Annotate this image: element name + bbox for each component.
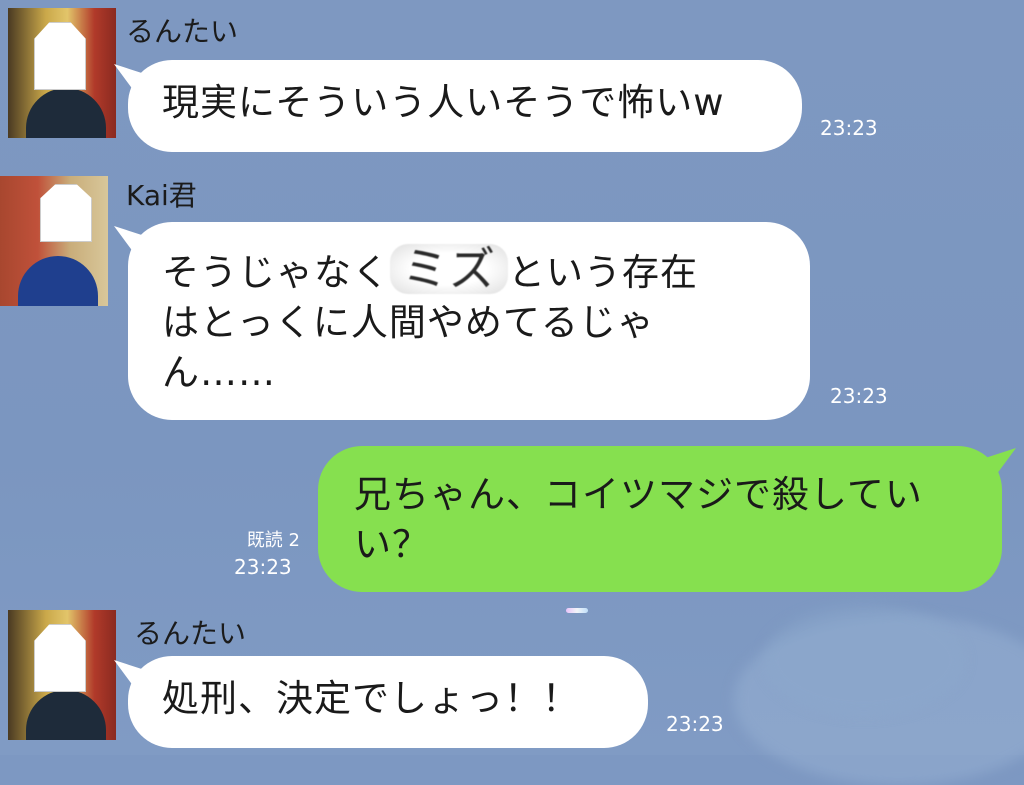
- background-cloud: [764, 605, 964, 715]
- message-text: 処刑、決定でしょっ！！: [162, 677, 580, 720]
- outgoing-message-bubble[interactable]: 兄ちゃん、コイツマジで殺してい い？: [318, 446, 1002, 592]
- message-bubble[interactable]: 処刑、決定でしょっ！！: [128, 656, 648, 748]
- message-bubble[interactable]: 現実にそういう人いそうで怖いw: [128, 60, 802, 152]
- message-text: 兄ちゃん、コイツマジで殺してい い？: [354, 473, 923, 566]
- avatar[interactable]: [8, 8, 116, 138]
- message-text-before: そうじゃなく: [162, 251, 390, 294]
- message-time: 23:23: [820, 116, 878, 140]
- message-time: 23:23: [666, 712, 724, 736]
- face-mask: [40, 184, 92, 242]
- blurred-word: ミズ: [390, 244, 508, 294]
- sender-name: るんたい: [126, 15, 239, 48]
- avatar[interactable]: [8, 610, 116, 740]
- message-text: 現実にそういう人いそうで怖いw: [162, 81, 725, 124]
- sender-name: Kai君: [126, 179, 197, 212]
- sparkle-decoration: [566, 608, 588, 613]
- face-mask: [34, 624, 86, 692]
- message-time: 23:23: [234, 555, 292, 579]
- face-mask: [34, 22, 86, 90]
- message-bubble[interactable]: そうじゃなく ミズ という存在 はとっくに人間やめてるじゃ ん……: [128, 222, 810, 420]
- message-time: 23:23: [830, 384, 888, 408]
- message-text: そうじゃなく ミズ という存在 はとっくに人間やめてるじゃ ん……: [162, 244, 776, 398]
- read-receipt: 既読 2: [246, 530, 300, 551]
- sender-name: るんたい: [134, 617, 247, 650]
- avatar[interactable]: [0, 176, 108, 306]
